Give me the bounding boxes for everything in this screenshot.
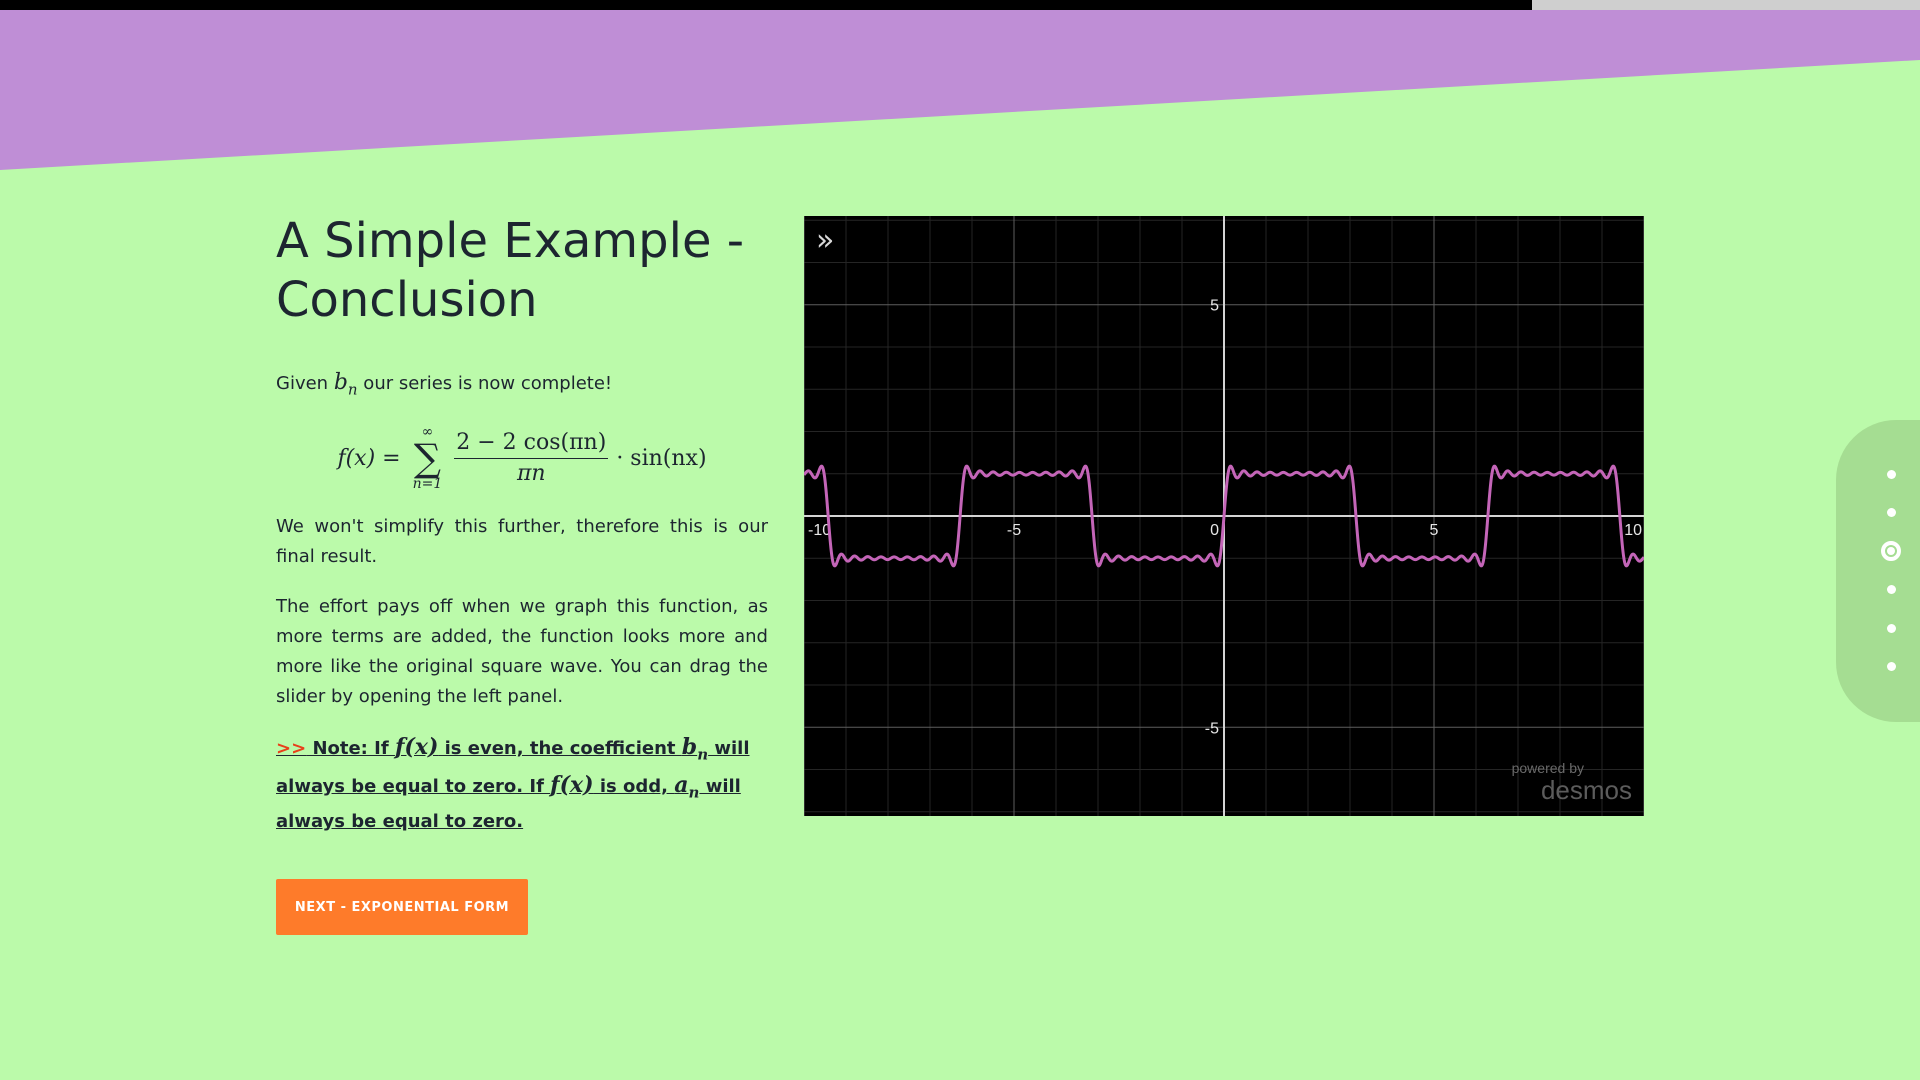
desmos-graph[interactable]: -10 -5 0 5 10 5 -5 powered by desmos » [804, 216, 1644, 816]
y-tick-label: 5 [1210, 298, 1219, 315]
presentation-progress-fill [0, 0, 1533, 10]
bn-symbol: bn [333, 370, 358, 399]
nav-dot[interactable] [1887, 623, 1896, 633]
header-band [0, 10, 1920, 170]
slide-navigation [1836, 420, 1920, 722]
note-arrow: >> [276, 738, 307, 760]
nav-dot-active[interactable] [1881, 541, 1901, 561]
x-tick-label: 10 [1624, 522, 1642, 539]
x-tick-label: -5 [1007, 522, 1021, 539]
formula-numerator: 2 − 2 cos(πn) [454, 430, 609, 460]
graph-plot[interactable]: -10 -5 0 5 105-5 powered by desmos [804, 216, 1644, 816]
presentation-progress-track [0, 0, 1920, 10]
nav-dot[interactable] [1887, 585, 1896, 594]
nav-dot[interactable] [1887, 662, 1896, 671]
intro-text: Given bn our series is now complete! [276, 370, 613, 399]
y-tick-label: -5 [1205, 720, 1219, 737]
nav-dot[interactable] [1887, 508, 1896, 517]
formula-tail: · sin(nx) [616, 445, 707, 471]
note-paragraph: >> Note: If f(x) is even, the coefficien… [276, 734, 750, 833]
fourier-series-formula: f(x) = ∞ ∑ n=1 2 − 2 cos(πn) πn · sin(nx… [276, 424, 768, 492]
formula-fraction: 2 − 2 cos(πn) πn [454, 430, 609, 487]
x-tick-label: 5 [1430, 522, 1439, 539]
slide-content: A Simple Example - Conclusion Given bn o… [276, 212, 768, 837]
formula-lhs: f(x) = [337, 445, 401, 471]
expand-panel-icon[interactable]: » [816, 226, 846, 258]
graph-explanation-paragraph: The effort pays off when we graph this f… [276, 596, 768, 708]
conclusion-paragraph: We won't simplify this further, therefor… [276, 516, 768, 568]
desmos-logo: desmos [1541, 775, 1632, 805]
slide-title: A Simple Example - Conclusion [276, 213, 745, 328]
summation-symbol: ∞ ∑ n=1 [412, 424, 443, 493]
next-exponential-form-button[interactable]: NEXT - EXPONENTIAL FORM [276, 879, 528, 935]
nav-dot[interactable] [1887, 469, 1896, 479]
watermark-powered-by: powered by [1512, 760, 1584, 776]
formula-denominator: πn [516, 461, 546, 487]
x-tick-label: 0 [1210, 522, 1219, 539]
